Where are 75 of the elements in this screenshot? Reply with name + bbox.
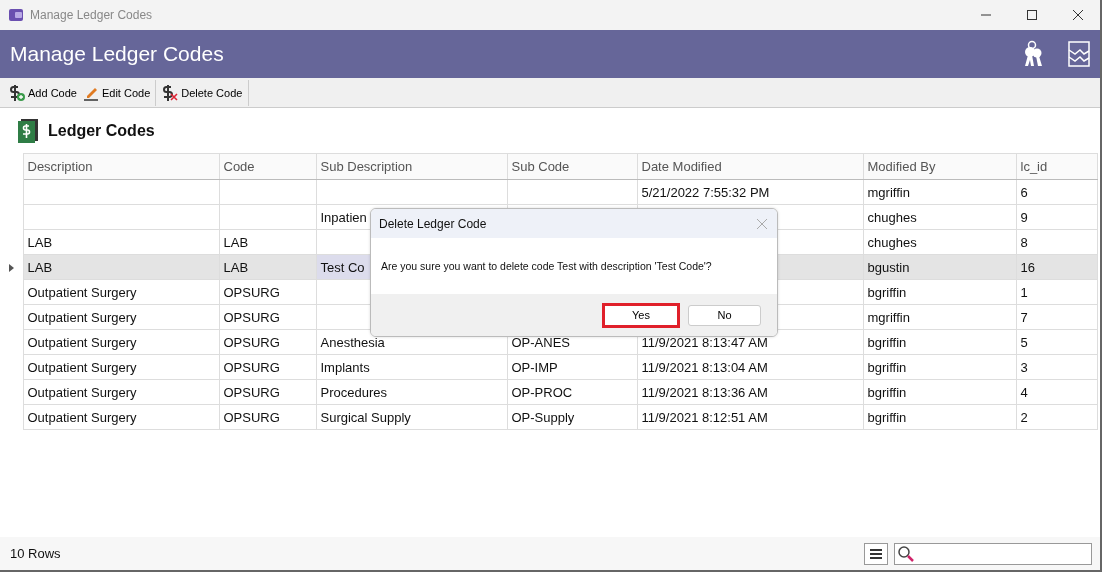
table-cell: chughes <box>863 229 1016 255</box>
dialog-title: Delete Ledger Code <box>379 216 487 231</box>
table-cell: Outpatient Surgery <box>23 279 219 305</box>
page-title: Manage Ledger Codes <box>10 42 224 66</box>
table-cell: OP-PROC <box>507 379 637 405</box>
table-cell: 2 <box>1016 404 1097 430</box>
row-count: 10 Rows <box>10 546 61 561</box>
table-cell: 5/21/2022 7:55:32 PM <box>637 179 863 205</box>
table-cell: LAB <box>23 229 219 255</box>
table-cell: Procedures <box>316 379 507 405</box>
table-cell: LAB <box>219 229 316 255</box>
dialog-button[interactable]: No <box>688 304 761 326</box>
table-cell: 8 <box>1016 229 1097 255</box>
table-cell: OPSURG <box>219 279 316 305</box>
column-header[interactable]: Sub Code <box>507 153 637 180</box>
table-cell: Outpatient Surgery <box>23 379 219 405</box>
column-header[interactable]: Description <box>23 153 219 180</box>
money-icon <box>18 118 38 143</box>
window-title: Manage Ledger Codes <box>30 8 153 22</box>
maximize-icon[interactable] <box>1026 9 1038 21</box>
table-cell: bgriffin <box>863 329 1016 355</box>
table-cell: 11/9/2021 8:13:04 AM <box>637 354 863 380</box>
table-cell: Surgical Supply <box>316 404 507 430</box>
toolbar-button[interactable]: Add Code <box>6 79 80 106</box>
table-cell: 7 <box>1016 304 1097 330</box>
table-cell: mgriffin <box>863 304 1016 330</box>
table-cell: bgriffin <box>863 379 1016 405</box>
search-icon <box>897 544 915 563</box>
table-cell: Outpatient Surgery <box>23 354 219 380</box>
table-cell: OPSURG <box>219 304 316 330</box>
table-cell: mgriffin <box>863 179 1016 205</box>
table-cell: Implants <box>316 354 507 380</box>
toolbar-button[interactable]: Edit Code <box>79 79 154 106</box>
close-icon[interactable] <box>1072 9 1084 21</box>
column-header[interactable]: Date Modified <box>637 153 863 180</box>
table-cell: 3 <box>1016 354 1097 380</box>
table-cell: 6 <box>1016 179 1097 205</box>
search-field[interactable] <box>894 542 1092 565</box>
menu-icon <box>870 548 882 559</box>
column-header[interactable]: Sub Description <box>316 153 507 180</box>
table-cell: bgriffin <box>863 404 1016 430</box>
table-cell: bgriffin <box>863 354 1016 380</box>
table-cell: OPSURG <box>219 329 316 355</box>
table-cell: 1 <box>1016 279 1097 305</box>
table-cell: Outpatient Surgery <box>23 404 219 430</box>
table-cell: 4 <box>1016 379 1097 405</box>
table-cell: OP-IMP <box>507 354 637 380</box>
table-cell: Outpatient Surgery <box>23 304 219 330</box>
dollar-remove-icon <box>162 83 179 102</box>
section-title: Ledger Codes <box>48 121 155 140</box>
row-indicator-icon <box>8 263 14 272</box>
dollar-add-icon <box>9 83 25 102</box>
table-cell: Outpatient Surgery <box>23 329 219 355</box>
table-cell: 5 <box>1016 329 1097 355</box>
column-header[interactable]: Modified By <box>863 153 1016 180</box>
table-cell: OPSURG <box>219 379 316 405</box>
table-cell: OP-Supply <box>507 404 637 430</box>
toolbar-button[interactable]: Delete Code <box>155 79 250 106</box>
dialog-button[interactable]: Yes <box>602 302 680 328</box>
menu-button[interactable] <box>864 542 888 565</box>
column-header[interactable]: lc_id <box>1016 153 1097 180</box>
table-cell: bgriffin <box>863 279 1016 305</box>
column-header[interactable]: Code <box>219 153 316 180</box>
table-cell: 9 <box>1016 204 1097 230</box>
table-cell: LAB <box>219 254 316 280</box>
table-cell: bgustin <box>863 254 1016 280</box>
table-cell: 11/9/2021 8:13:36 AM <box>637 379 863 405</box>
app-icon <box>8 7 24 23</box>
table-cell: 16 <box>1016 254 1097 280</box>
chart-icon[interactable] <box>1068 41 1090 67</box>
table-cell: LAB <box>23 254 219 280</box>
table-cell: chughes <box>863 204 1016 230</box>
table-cell: OPSURG <box>219 354 316 380</box>
table-cell: OPSURG <box>219 404 316 430</box>
table-cell: 11/9/2021 8:12:51 AM <box>637 404 863 430</box>
